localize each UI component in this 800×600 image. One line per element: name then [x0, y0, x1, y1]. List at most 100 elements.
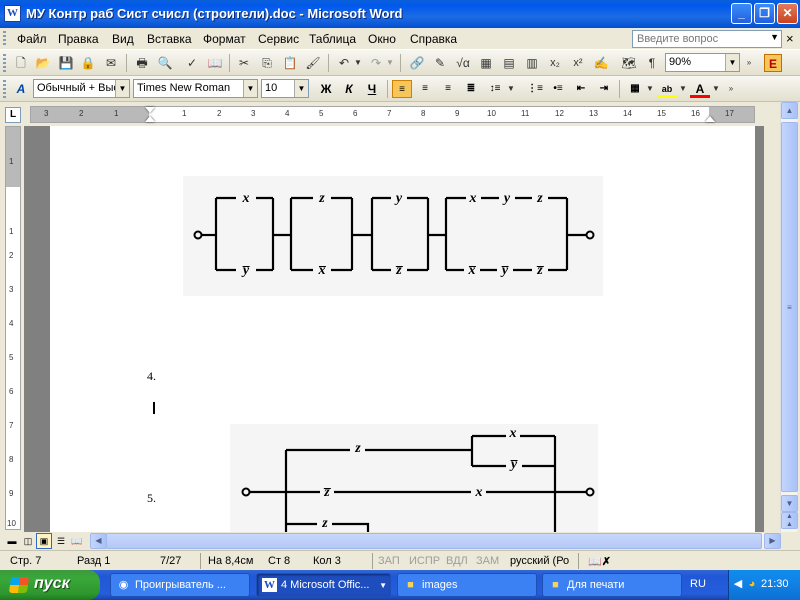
status-record[interactable]: ЗАП — [378, 555, 400, 567]
columns-icon[interactable]: ▥ — [523, 54, 541, 72]
decrease-indent-icon[interactable]: ⇤ — [571, 80, 591, 98]
print-preview-icon[interactable]: 🔍 — [156, 54, 174, 72]
hanging-indent-marker[interactable] — [145, 116, 155, 122]
chevron-down-icon[interactable]: ▼ — [385, 54, 395, 72]
network-icon[interactable]: ◀ — [731, 577, 745, 591]
font-size-select[interactable]: 10 ▼ — [261, 79, 309, 98]
horizontal-ruler[interactable]: 3 2 1 1 2 3 4 5 6 7 8 9 10 11 12 13 14 1… — [30, 106, 755, 123]
toolbar-grip[interactable] — [3, 31, 6, 47]
bullets-icon[interactable]: •≡ — [548, 80, 568, 98]
line-spacing-icon[interactable]: ↕≡ — [485, 80, 505, 98]
status-page[interactable]: Стр. 7 — [10, 555, 41, 567]
toolbar-grip[interactable] — [3, 54, 6, 72]
vertical-scrollbar[interactable]: ▲ ≡ ▼ ▲ ▲ — [780, 102, 798, 532]
align-center-icon[interactable]: ≡ — [415, 80, 435, 98]
chevron-down-icon[interactable]: ▼ — [353, 54, 363, 72]
insert-excel-icon[interactable]: ▤ — [500, 54, 518, 72]
maximize-button[interactable]: ❐ — [754, 3, 775, 24]
scrollbar-thumb[interactable] — [106, 533, 762, 549]
chevron-down-icon[interactable]: ▼ — [506, 80, 516, 98]
volume-icon[interactable]: ◕ — [745, 577, 759, 591]
chevron-down-icon[interactable]: ▼ — [645, 80, 655, 98]
spelling-icon[interactable]: ✓ — [183, 54, 201, 72]
editor-icon[interactable]: E — [764, 54, 782, 72]
chevron-down-icon[interactable]: ▼ — [115, 80, 129, 97]
taskbar-item[interactable]: ■ Для печати — [542, 573, 682, 597]
cut-icon[interactable]: ✂ — [235, 54, 253, 72]
status-section[interactable]: Разд 1 — [77, 555, 110, 567]
open-folder-icon[interactable]: 📂 — [34, 54, 52, 72]
justify-icon[interactable]: ≣ — [461, 80, 481, 98]
menu-window[interactable]: Окно — [368, 32, 396, 46]
normal-view-icon[interactable]: ▬ — [4, 533, 20, 549]
scroll-right-button[interactable]: ▶ — [764, 533, 781, 549]
status-position[interactable]: На 8,4см — [208, 555, 253, 567]
highlight-icon[interactable]: ab — [657, 80, 677, 98]
status-page-count[interactable]: 7/27 — [160, 555, 181, 567]
language-indicator[interactable]: RU — [690, 578, 706, 590]
insert-table-icon[interactable]: ▦ — [477, 54, 495, 72]
toolbar-grip[interactable] — [3, 80, 6, 98]
status-column[interactable]: Кол 3 — [313, 555, 341, 567]
equation-icon[interactable]: √α — [454, 54, 472, 72]
font-color-icon[interactable]: A — [690, 80, 710, 98]
chevron-down-icon[interactable]: ▼ — [243, 80, 257, 97]
subscript-icon[interactable]: x₂ — [546, 54, 564, 72]
help-search-input[interactable]: Введите вопрос ▼ — [632, 30, 782, 48]
start-button[interactable]: пуск — [0, 570, 100, 600]
status-overtype[interactable]: ЗАМ — [476, 555, 499, 567]
taskbar-item[interactable]: W 4 Microsoft Offic... ▼ — [256, 573, 391, 597]
drawing-icon[interactable]: ✍ — [592, 54, 610, 72]
taskbar-item[interactable]: ■ images — [397, 573, 537, 597]
toolbar-options-icon[interactable]: » — [745, 54, 753, 72]
paste-icon[interactable]: 📋 — [281, 54, 299, 72]
tab-selector[interactable]: L — [5, 107, 21, 123]
email-icon[interactable]: ✉ — [102, 54, 120, 72]
scroll-up-button[interactable]: ▲ — [781, 102, 798, 119]
menu-tools[interactable]: Сервис — [258, 32, 299, 46]
toolbar-options-icon[interactable]: » — [727, 80, 735, 98]
chevron-down-icon[interactable]: ▼ — [678, 80, 688, 98]
align-right-icon[interactable]: ≡ — [438, 80, 458, 98]
title-bar[interactable]: W МУ Контр раб Сист счисл (строители).do… — [0, 0, 800, 28]
chevron-down-icon[interactable]: ▼ — [770, 32, 779, 42]
minimize-button[interactable]: _ — [731, 3, 752, 24]
menu-view[interactable]: Вид — [112, 32, 134, 46]
menu-file[interactable]: Файл — [17, 32, 47, 46]
menu-table[interactable]: Таблица — [309, 32, 356, 46]
hyperlink-icon[interactable]: 🔗 — [408, 54, 426, 72]
redo-icon[interactable]: ↷ — [367, 54, 385, 72]
research-icon[interactable]: 📖 — [206, 54, 224, 72]
underline-button[interactable]: Ч — [362, 80, 382, 98]
circuit-diagram-1[interactable]: x y̅ z x̅ y z̅ x y z x̅ y̅ z̅ — [183, 176, 603, 296]
scrollbar-thumb[interactable]: ≡ — [781, 122, 798, 492]
reading-view-icon[interactable]: 📖 — [69, 533, 85, 549]
document-map-icon[interactable]: 🗺 — [620, 54, 638, 72]
permission-icon[interactable]: 🔒 — [79, 54, 97, 72]
outline-view-icon[interactable]: ☰ — [53, 533, 69, 549]
status-line[interactable]: Ст 8 — [268, 555, 290, 567]
first-line-indent-marker[interactable] — [145, 107, 155, 113]
close-button[interactable]: ✕ — [777, 3, 798, 24]
status-language[interactable]: русский (Ро — [510, 555, 569, 567]
show-hide-icon[interactable]: ¶ — [643, 54, 661, 72]
chevron-down-icon[interactable]: ▼ — [725, 54, 739, 71]
right-indent-marker[interactable] — [705, 116, 715, 122]
vertical-ruler[interactable]: 1 1 2 3 4 5 6 7 8 9 10 — [5, 126, 21, 530]
print-layout-icon[interactable]: ▣ — [36, 533, 52, 549]
spelling-status-icon[interactable]: 📖✗ — [588, 555, 611, 568]
circuit-diagram-2[interactable]: z x y̅ z̅ x z — [230, 424, 598, 532]
word-icon[interactable]: W — [4, 5, 21, 22]
menu-help[interactable]: Справка — [410, 32, 457, 46]
web-view-icon[interactable]: ◫ — [20, 533, 36, 549]
bold-button[interactable]: Ж — [316, 80, 336, 98]
superscript-icon[interactable]: x² — [569, 54, 587, 72]
menu-format[interactable]: Формат — [203, 32, 246, 46]
borders-icon[interactable]: ▦ — [625, 80, 645, 98]
new-document-icon[interactable]: 🗋 — [12, 54, 30, 72]
scroll-down-button[interactable]: ▼ — [781, 495, 798, 512]
scroll-left-button[interactable]: ◀ — [90, 533, 107, 549]
italic-button[interactable]: К — [339, 80, 359, 98]
font-select[interactable]: Times New Roman ▼ — [133, 79, 258, 98]
save-icon[interactable]: 💾 — [57, 54, 75, 72]
